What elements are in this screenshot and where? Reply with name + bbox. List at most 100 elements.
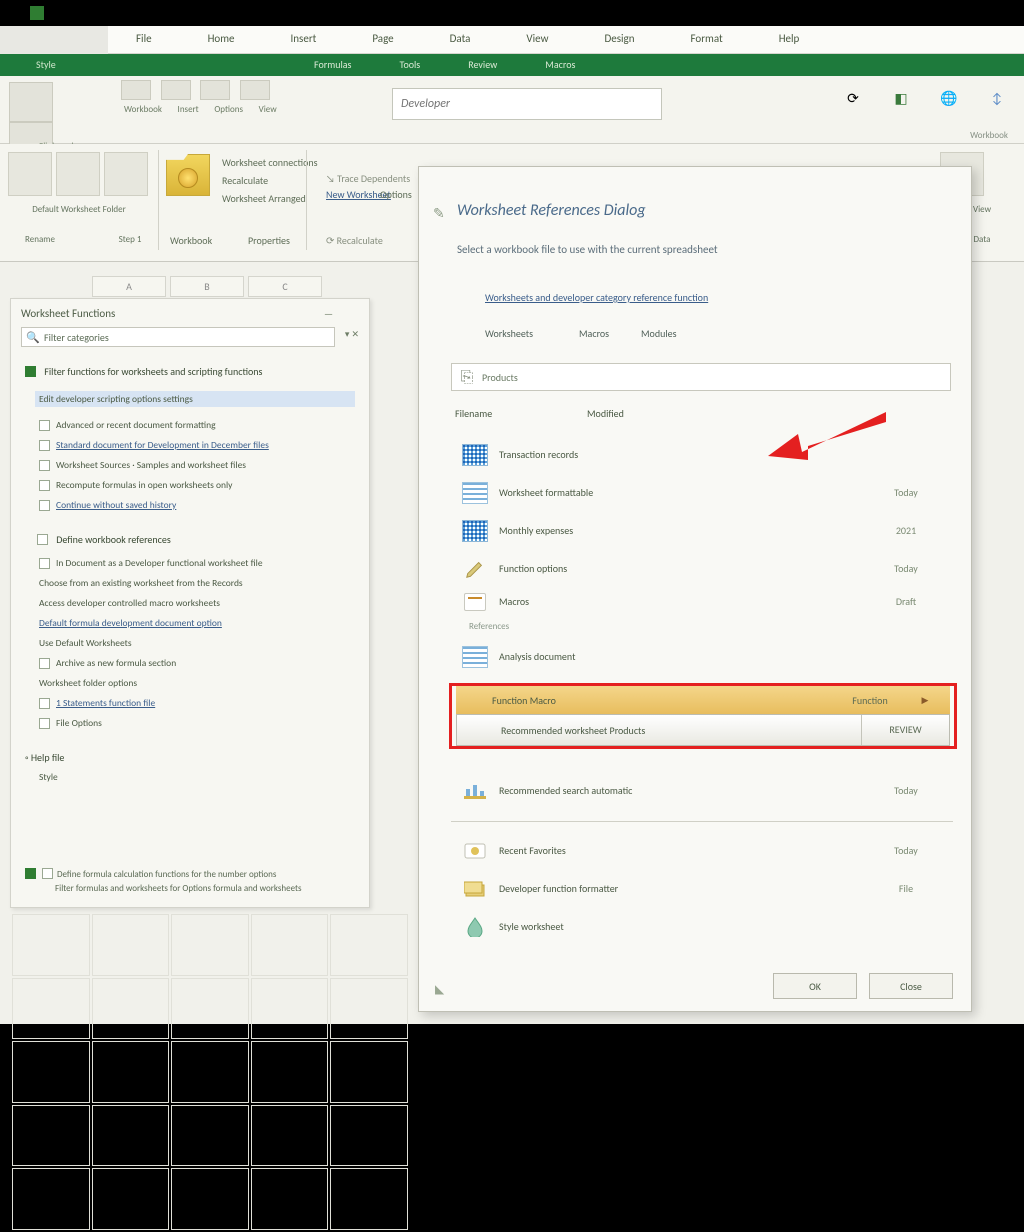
dialog-list-bottom: Recent FavoritesToday Developer function… — [451, 831, 953, 945]
checkbox-icon[interactable] — [39, 500, 50, 511]
ribbon-mini-insert[interactable]: Insert — [178, 104, 199, 115]
tp-help[interactable]: ◦ Help file — [25, 751, 64, 764]
checkbox-icon[interactable] — [37, 534, 48, 545]
list-item[interactable]: Style worksheet — [451, 907, 953, 945]
page-big-icon[interactable] — [56, 152, 100, 196]
dialog-top-link[interactable]: Worksheets and developer category refere… — [485, 291, 708, 304]
col-header-a[interactable]: A — [92, 276, 166, 297]
tp-item[interactable]: Standard document for Development in Dec… — [39, 439, 355, 451]
list-item[interactable]: Recent FavoritesToday — [451, 831, 953, 869]
ribbon2-recalc[interactable]: ⟳ Recalculate — [326, 234, 383, 247]
menu-data[interactable]: Data — [422, 26, 499, 53]
list-item[interactable]: Monthly expenses2021 — [451, 511, 953, 549]
chevron-right-icon: ▶ — [900, 695, 950, 706]
dialog-highlight-row-2[interactable]: Recommended worksheet Products REVIEW — [456, 714, 950, 746]
globe-icon[interactable]: 🌐 — [934, 86, 964, 110]
sheet-grid[interactable] — [10, 912, 410, 1232]
ribbon-tab-tools[interactable]: Tools — [375, 54, 444, 76]
checkbox-icon[interactable] — [39, 558, 50, 569]
table-icon[interactable] — [161, 80, 191, 100]
menu-format[interactable]: Format — [663, 26, 751, 53]
filter-icon: ⎘ — [452, 368, 482, 387]
list-item[interactable]: Transaction records — [451, 435, 953, 473]
tp-item[interactable]: Choose from an existing worksheet from t… — [39, 577, 355, 589]
app-shell: File Home Insert Page Data View Design F… — [0, 0, 1024, 1024]
picture-icon[interactable] — [240, 80, 270, 100]
checkbox-icon[interactable] — [39, 480, 50, 491]
search-icon: 🔍 — [22, 331, 44, 344]
menu-design[interactable]: Design — [576, 26, 662, 53]
tp-item[interactable]: File Options — [39, 717, 355, 729]
ribbon-search-input[interactable] — [392, 88, 662, 120]
sort-icon[interactable]: ↕ — [982, 86, 1012, 110]
tp-item[interactable]: Continue without saved history — [39, 499, 355, 511]
tp-item[interactable]: Advanced or recent document formatting — [39, 419, 355, 431]
menu-insert[interactable]: Insert — [263, 26, 345, 53]
menu-file[interactable]: File — [108, 26, 180, 53]
sheet-big-icon[interactable] — [104, 152, 148, 196]
tp-item[interactable]: Worksheet folder options — [39, 677, 355, 689]
dialog-col-filename[interactable]: Filename — [455, 407, 492, 420]
book-big-icon[interactable] — [8, 152, 52, 196]
tp-item[interactable]: Archive as new formula section — [39, 657, 355, 669]
ribbon-style-label: Style — [36, 58, 56, 71]
tp-item[interactable]: Access developer controlled macro worksh… — [39, 597, 355, 609]
resize-grip-icon[interactable]: ◣ — [435, 982, 444, 997]
menu-help[interactable]: Help — [751, 26, 828, 53]
menu-view[interactable]: View — [498, 26, 576, 53]
ribbon-tab-formulas[interactable]: Formulas — [290, 54, 375, 76]
checkbox-icon[interactable] — [39, 658, 50, 669]
refresh-icon[interactable]: ⟳ — [838, 86, 868, 110]
dialog-col-modified[interactable]: Modified — [587, 407, 624, 420]
list-item[interactable]: Worksheet formattableToday — [451, 473, 953, 511]
taskpane-minimize-icon[interactable]: — — [324, 307, 333, 320]
chart-icon[interactable] — [121, 80, 151, 100]
ribbon-tabstrip: Style Formulas Tools Review Macros — [0, 54, 1024, 76]
ribbon-tab-macros[interactable]: Macros — [521, 54, 599, 76]
menu-page[interactable]: Page — [344, 26, 421, 53]
trace-icon-label[interactable]: ↘ Trace Dependents — [326, 172, 410, 185]
query-icon[interactable]: ◧ — [886, 86, 916, 110]
list-item[interactable]: MacrosDraft — [451, 587, 953, 615]
taskpane-filter-dropdown[interactable]: 🔍 Filter categories — [21, 327, 335, 347]
taskpane-caret-icon[interactable]: ▾ ✕ — [345, 329, 359, 340]
checkbox-icon[interactable] — [39, 698, 50, 709]
dialog-tab-worksheets[interactable]: Worksheets — [485, 327, 533, 340]
ribbon2-mid-0[interactable]: Recalculate — [222, 174, 268, 187]
tp-item[interactable]: Edit developer scripting options setting… — [35, 391, 355, 407]
tp-item[interactable]: Recompute formulas in open worksheets on… — [39, 479, 355, 491]
checkbox-icon[interactable] — [39, 440, 50, 451]
dialog-tab-modules[interactable]: Modules — [641, 327, 677, 340]
dialog-highlight-row-1[interactable]: Function Macro Function ▶ — [456, 686, 950, 714]
dialog-search-input[interactable]: ⎘ Products — [451, 363, 951, 391]
ribbon-tab-review[interactable]: Review — [444, 54, 521, 76]
list-item[interactable]: Developer function formatterFile — [451, 869, 953, 907]
menu-home[interactable]: Home — [180, 26, 263, 53]
tp-item[interactable]: 1 Statements function file — [39, 697, 355, 709]
list-item[interactable]: Function optionsToday — [451, 549, 953, 587]
cancel-button[interactable]: Close — [869, 973, 953, 999]
list-item-sub[interactable]: References — [451, 615, 953, 637]
checkbox-icon[interactable] — [39, 718, 50, 729]
ribbon2-commands-b: Properties — [248, 234, 290, 247]
tp-item[interactable]: Worksheet Sources · Samples and workshee… — [39, 459, 355, 471]
list-item[interactable]: Recommended search automaticToday — [451, 771, 953, 809]
checkbox-icon[interactable] — [39, 420, 50, 431]
ribbon2-mid-1[interactable]: Worksheet Arranged — [222, 192, 306, 205]
ribbon-mini-options[interactable]: Options — [214, 104, 243, 115]
col-header-b[interactable]: B — [170, 276, 244, 297]
clipboard-icon[interactable] — [9, 82, 53, 122]
tp-item[interactable]: In Document as a Developer functional wo… — [39, 557, 355, 569]
tp-item[interactable]: Default formula development document opt… — [39, 617, 355, 629]
shapes-icon[interactable] — [200, 80, 230, 100]
dialog-highlight-box: Function Macro Function ▶ Recommended wo… — [449, 683, 957, 749]
col-header-c[interactable]: C — [248, 276, 322, 297]
checkbox-icon[interactable] — [39, 460, 50, 471]
ribbon-mini-view[interactable]: View — [259, 104, 277, 115]
list-item[interactable]: Analysis document — [451, 637, 953, 675]
ribbon-mini-workbook[interactable]: Workbook — [124, 104, 162, 115]
ok-button[interactable]: OK — [773, 973, 857, 999]
tp-item[interactable]: Use Default Worksheets — [39, 637, 355, 649]
dialog-tab-macros[interactable]: Macros — [579, 327, 609, 340]
ribbon2-link-b[interactable]: Options — [380, 188, 412, 201]
